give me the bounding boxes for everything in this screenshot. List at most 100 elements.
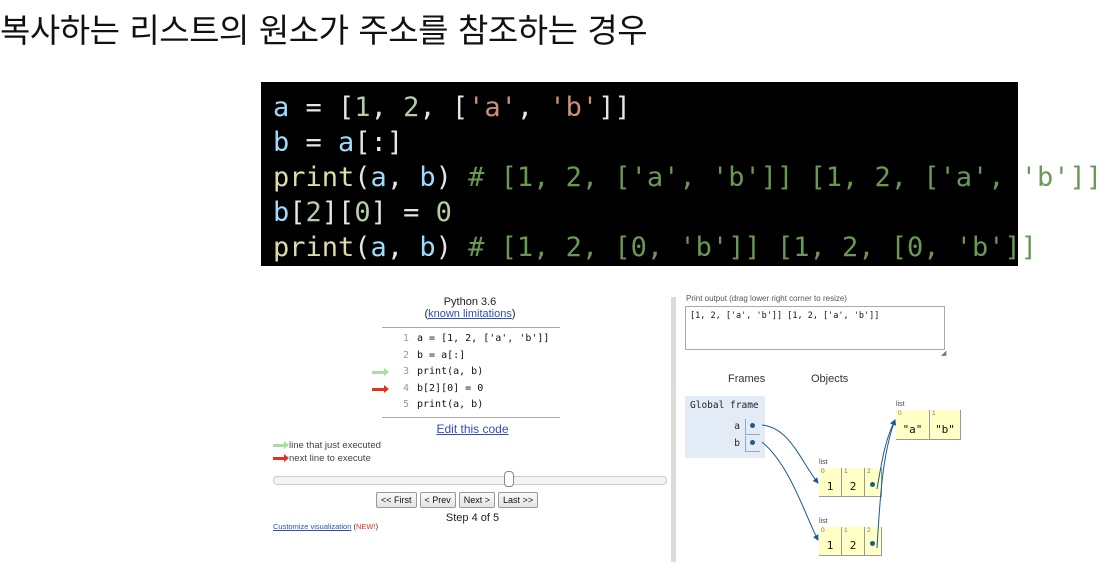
code-token: print bbox=[273, 232, 355, 263]
next-line-arrow-icon bbox=[372, 384, 389, 393]
var-name-a: a bbox=[734, 421, 740, 432]
code-line: print(a, b) # [1, 2, [0, 'b']] [1, 2, [0… bbox=[273, 230, 1037, 265]
var-pointer-b bbox=[745, 436, 760, 452]
step-slider[interactable] bbox=[273, 476, 667, 485]
legend-executed-label: line that just executed bbox=[289, 440, 381, 451]
step-slider-thumb[interactable] bbox=[504, 471, 514, 487]
code-token: , bbox=[516, 92, 550, 123]
code-token: 'b' bbox=[549, 92, 599, 123]
code-token: print bbox=[273, 162, 355, 193]
code-token: , bbox=[386, 232, 420, 263]
python-version: Python 3.6 bbox=[443, 296, 497, 308]
code-token: b bbox=[419, 232, 436, 263]
list-cell: 2 bbox=[865, 527, 882, 556]
tutor-code-line: 5 print(a, b) bbox=[382, 397, 560, 414]
code-token: a bbox=[273, 92, 290, 123]
list-a-object: list 01 12 2 bbox=[819, 459, 882, 497]
print-output-label: Print output (drag lower right corner to… bbox=[686, 294, 847, 303]
legend-next-label: next line to execute bbox=[289, 453, 371, 464]
tutor-code-line: 2 b = a[:] bbox=[382, 348, 560, 365]
code-token: # [1, 2, [0, 'b']] [1, 2, [0, 'b']] bbox=[468, 232, 1038, 263]
code-token: a bbox=[338, 127, 355, 158]
object-type: list bbox=[896, 401, 905, 408]
cell-value: "b" bbox=[935, 423, 955, 436]
known-limitations-link[interactable]: known limitations bbox=[428, 308, 512, 320]
legend-executed: line that just executed bbox=[273, 440, 381, 451]
executed-arrow-icon bbox=[372, 368, 389, 376]
global-frame: Global frame a b bbox=[685, 396, 765, 458]
var-row-a: a bbox=[690, 419, 760, 436]
page-heading: 복사하는 리스트의 원소가 주소를 참조하는 경우 bbox=[0, 11, 648, 50]
customize-link[interactable]: Customize visualization bbox=[273, 522, 351, 531]
code-token: [ bbox=[289, 197, 306, 228]
cell-index: 2 bbox=[867, 468, 871, 475]
cell-value: 1 bbox=[826, 539, 834, 552]
list-cell: 12 bbox=[842, 468, 865, 497]
code-token: 0 bbox=[354, 197, 371, 228]
cell-index: 0 bbox=[821, 468, 825, 475]
objects-label: Objects bbox=[811, 373, 849, 385]
tutor-code-list: 1 a = [1, 2, ['a', 'b']] 2 b = a[:] 3 print(a… bbox=[372, 327, 560, 418]
resize-handle-icon[interactable]: ◢ bbox=[941, 349, 946, 357]
cell-index: 0 bbox=[821, 527, 825, 534]
code-token: b bbox=[419, 162, 436, 193]
first-button[interactable]: << First bbox=[376, 492, 417, 508]
code-token: ][ bbox=[321, 197, 355, 228]
code-token: 1 bbox=[354, 92, 371, 123]
code-token: = [ bbox=[289, 92, 355, 123]
list-cell: 12 bbox=[842, 527, 865, 556]
list-cell: 01 bbox=[819, 527, 842, 556]
cell-index: 1 bbox=[844, 468, 848, 475]
cell-index: 2 bbox=[867, 527, 871, 534]
code-token: [:] bbox=[354, 127, 404, 158]
code-token: a bbox=[370, 162, 387, 193]
code-token: ] = bbox=[370, 197, 436, 228]
cell-value: 1 bbox=[826, 480, 834, 493]
line-code: b = a[:] bbox=[417, 349, 466, 361]
object-type: list bbox=[819, 459, 828, 466]
last-button[interactable]: Last >> bbox=[498, 492, 539, 508]
code-token: , [ bbox=[419, 92, 469, 123]
arrow-a-to-list bbox=[761, 424, 819, 484]
pointer-dot bbox=[750, 423, 755, 428]
code-token: 0 bbox=[435, 197, 452, 228]
code-token: , bbox=[370, 92, 404, 123]
var-row-b: b bbox=[690, 436, 760, 453]
red-arrow-icon bbox=[273, 453, 289, 462]
list-cell: 2 bbox=[865, 468, 882, 497]
python-tutor-panel: Python 3.6 (known limitations) 1 a = [1, … bbox=[270, 290, 670, 570]
pointer-dot bbox=[870, 541, 875, 546]
new-badge: NEW! bbox=[355, 522, 376, 531]
code-token: ) bbox=[435, 162, 469, 193]
code-token: # [1, 2, ['a', 'b']] [1, 2, ['a', 'b']] bbox=[468, 162, 1103, 193]
code-line: b = a[:] bbox=[273, 125, 1018, 160]
arrow-b-to-list bbox=[761, 441, 819, 541]
next-button[interactable]: Next > bbox=[458, 492, 496, 508]
cell-value: 2 bbox=[849, 480, 857, 493]
code-token: , bbox=[386, 162, 420, 193]
limits-close: ) bbox=[511, 308, 516, 320]
tutor-code-line: 3 print(a, b) bbox=[372, 364, 560, 381]
code-line: a = [1, 2, ['a', 'b']] bbox=[273, 90, 1018, 125]
code-token: 'a' bbox=[468, 92, 517, 123]
inner-list-object: list 0 "a" 1 "b" bbox=[896, 401, 961, 440]
global-frame-title: Global frame bbox=[690, 400, 759, 411]
code-token: a bbox=[370, 232, 387, 263]
tutor-code-line: 4 b[2][0] = 0 bbox=[372, 381, 560, 398]
known-limitations: (known limitations) bbox=[270, 308, 670, 320]
list-b-object: list 01 12 2 bbox=[819, 518, 882, 556]
cell-index: 1 bbox=[844, 527, 848, 534]
var-pointer-a bbox=[745, 419, 760, 435]
edit-code-link[interactable]: Edit this code bbox=[270, 422, 675, 436]
var-name-b: b bbox=[734, 438, 740, 449]
line-code: print(a, b) bbox=[417, 366, 484, 377]
code-token: b bbox=[273, 197, 290, 228]
code-token: 2 bbox=[305, 197, 322, 228]
object-type: list bbox=[819, 518, 828, 525]
list-cell: 01 bbox=[819, 468, 842, 497]
print-output-box[interactable]: [1, 2, ['a', 'b']] [1, 2, ['a', 'b']] bbox=[685, 306, 945, 350]
panel-divider[interactable] bbox=[671, 297, 676, 562]
line-code: a = [1, 2, ['a', 'b']] bbox=[417, 333, 550, 344]
prev-button[interactable]: < Prev bbox=[419, 492, 456, 508]
cell-index: 1 bbox=[932, 410, 936, 417]
